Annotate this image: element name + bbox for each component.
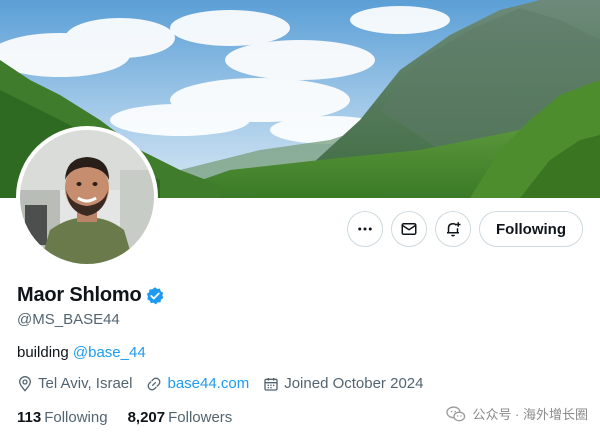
profile-joined: Joined October 2024 bbox=[263, 375, 423, 392]
link-icon bbox=[148, 377, 161, 390]
profile-actions: Following bbox=[347, 211, 583, 247]
profile-avatar[interactable] bbox=[16, 126, 158, 268]
verified-badge-icon[interactable] bbox=[145, 286, 165, 306]
profile-bio: building @base_44 bbox=[17, 344, 146, 361]
notifications-button[interactable] bbox=[435, 211, 471, 247]
location-text: Tel Aviv, Israel bbox=[38, 375, 133, 392]
website-link[interactable]: base44.com bbox=[167, 375, 249, 392]
following-button[interactable]: Following bbox=[479, 211, 583, 247]
location-pin-icon bbox=[18, 375, 32, 392]
bio-mention-link[interactable]: @base_44 bbox=[73, 344, 146, 361]
followers-label: Followers bbox=[168, 409, 233, 426]
more-button[interactable] bbox=[347, 211, 383, 247]
avatar-photo bbox=[20, 130, 154, 264]
profile-meta: Tel Aviv, Israel base44.com Joined Octob… bbox=[17, 375, 423, 392]
profile-website: base44.com bbox=[146, 375, 249, 392]
followers-count: 8,207 bbox=[127, 409, 166, 426]
profile-location: Tel Aviv, Israel bbox=[17, 375, 132, 392]
wechat-icon bbox=[446, 405, 466, 421]
following-label: Following bbox=[44, 409, 108, 426]
bio-text: building bbox=[17, 344, 73, 361]
message-button[interactable] bbox=[391, 211, 427, 247]
display-name: Maor Shlomo bbox=[17, 284, 142, 306]
bell-plus-icon bbox=[447, 222, 461, 237]
followers-count-link[interactable]: 8,207 Followers bbox=[128, 409, 233, 426]
joined-text: Joined October 2024 bbox=[284, 375, 424, 392]
following-count: 113 bbox=[17, 409, 42, 426]
profile-name-row: Maor Shlomo bbox=[17, 284, 165, 307]
envelope-icon bbox=[401, 223, 417, 235]
calendar-icon bbox=[264, 377, 278, 391]
watermark: 公众号 · 海外增长圈 bbox=[446, 404, 588, 423]
profile-counts: 113 Following 8,207 Followers bbox=[17, 409, 232, 426]
more-horizontal-icon bbox=[358, 227, 372, 231]
watermark-text: 公众号 · 海外增长圈 bbox=[472, 407, 588, 422]
profile-handle: @MS_BASE44 bbox=[17, 311, 120, 328]
following-count-link[interactable]: 113 Following bbox=[17, 409, 108, 426]
